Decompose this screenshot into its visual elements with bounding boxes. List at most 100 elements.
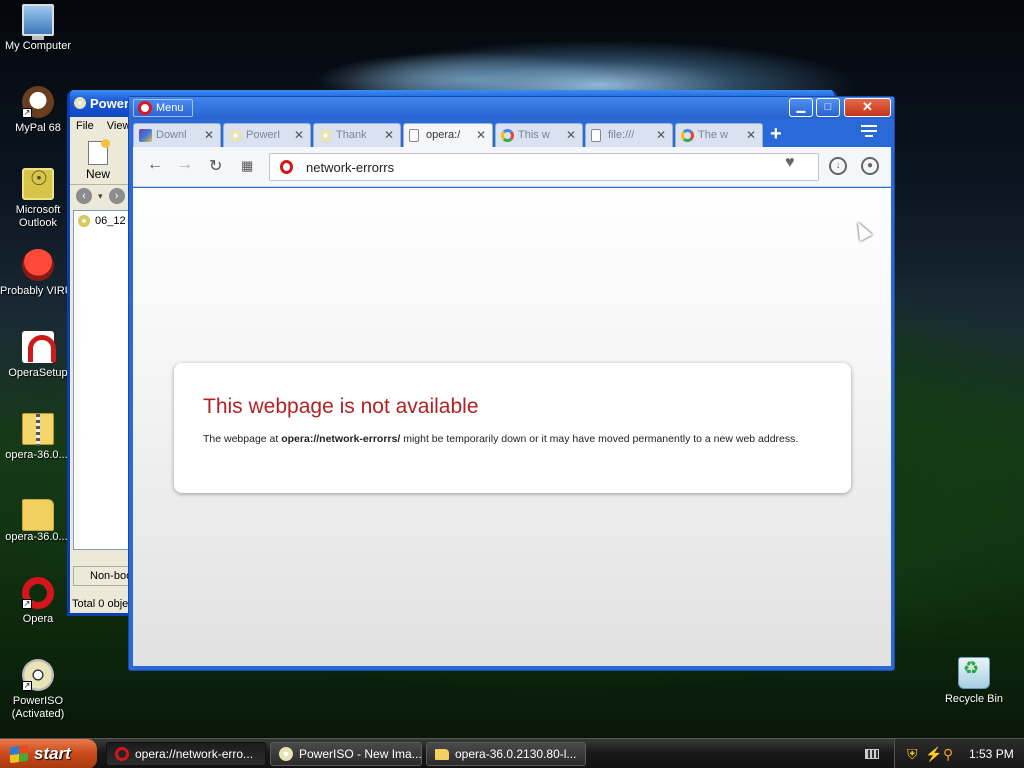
outlook-icon bbox=[22, 168, 54, 200]
desktop-icon-poweriso[interactable]: ↗ PowerISO (Activated) bbox=[0, 659, 76, 721]
tab-close-icon[interactable]: ✕ bbox=[566, 128, 576, 142]
desktop-icon-opera[interactable]: ↗ Opera bbox=[0, 577, 76, 626]
dropdown-arrow-icon[interactable]: ▾ bbox=[98, 191, 103, 202]
desktop-icon-mypal[interactable]: ↗ MyPal 68 bbox=[0, 86, 76, 135]
back-icon[interactable]: ‹ bbox=[76, 188, 92, 204]
file-list[interactable]: 06_12 bbox=[73, 210, 133, 550]
tab-the-web[interactable]: The w ✕ bbox=[675, 123, 763, 147]
back-arrow-icon[interactable]: ← bbox=[147, 156, 163, 174]
tab-opera-error[interactable]: opera:/ ✕ bbox=[403, 123, 493, 147]
desktop-icon-label: Opera bbox=[22, 613, 54, 625]
tab-label: Downl bbox=[156, 129, 187, 141]
tab-close-icon[interactable]: ✕ bbox=[746, 128, 756, 142]
forward-arrow-icon[interactable]: → bbox=[177, 156, 193, 174]
tab-close-icon[interactable]: ✕ bbox=[384, 128, 394, 142]
desktop-icon-label: Recycle Bin bbox=[944, 693, 1004, 705]
network-icon[interactable]: ⚡ bbox=[925, 746, 942, 763]
menu-file[interactable]: File bbox=[76, 120, 94, 132]
start-button[interactable]: start bbox=[0, 739, 97, 768]
error-description: The webpage at opera://network-errorrs/ … bbox=[203, 433, 823, 446]
poweriso-icon bbox=[74, 97, 86, 109]
system-tray: ⛨ ⚡ ⚲ 1:53 PM bbox=[865, 739, 1024, 768]
list-item[interactable]: 06_12 bbox=[78, 215, 128, 228]
virus-icon bbox=[22, 249, 54, 281]
address-input[interactable]: network-errorrs bbox=[269, 153, 819, 181]
tab-close-icon[interactable]: ✕ bbox=[204, 128, 214, 142]
desktop-icon-label: Microsoft Outlook bbox=[15, 204, 61, 229]
page-icon bbox=[591, 129, 601, 142]
maximize-button[interactable]: □ bbox=[816, 98, 840, 117]
tab-menu-icon[interactable] bbox=[861, 125, 877, 140]
opera-titlebar[interactable]: Menu ▁ □ ✕ bbox=[129, 97, 894, 119]
desktop-icon-recycle-bin[interactable]: Recycle Bin bbox=[936, 657, 1012, 706]
desktop-icon-label: PowerISO (Activated) bbox=[11, 695, 65, 720]
desktop-icon-opera-folder[interactable]: opera-36.0.... bbox=[0, 495, 76, 544]
shield-icon[interactable]: ⛨ bbox=[907, 746, 918, 763]
disc-image-icon bbox=[78, 215, 90, 228]
close-button[interactable]: ✕ bbox=[844, 98, 891, 117]
account-icon[interactable]: ● bbox=[861, 157, 879, 175]
forward-icon[interactable]: › bbox=[108, 188, 125, 204]
poweriso-icon: ↗ bbox=[22, 659, 54, 691]
desktop-icon-label: opera-36.0.... bbox=[5, 531, 71, 543]
tab-label: file:/// bbox=[608, 129, 635, 141]
task-label: PowerISO - New Ima... bbox=[299, 747, 422, 761]
new-tab-icon[interactable]: + bbox=[770, 123, 782, 146]
search-icon[interactable]: ⚲ bbox=[943, 746, 953, 763]
taskbar-item-opera[interactable]: opera://network-erro... bbox=[106, 742, 266, 766]
new-document-icon bbox=[88, 139, 110, 165]
tab-label: opera:/ bbox=[426, 129, 461, 141]
taskbar-item-opera-folder[interactable]: opera-36.0.2130.80-l... bbox=[426, 742, 586, 766]
opera-logo-icon bbox=[138, 101, 152, 115]
reload-icon[interactable]: ↻ bbox=[209, 156, 222, 176]
desktop-icon-operasetup[interactable]: OperaSetup bbox=[0, 331, 76, 380]
new-button-label: New bbox=[85, 167, 110, 181]
desktop-icon-label: OperaSetup bbox=[8, 367, 68, 379]
opera-menu-button[interactable]: Menu bbox=[133, 99, 193, 117]
heart-icon[interactable]: ♥ bbox=[785, 154, 795, 172]
google-icon bbox=[681, 129, 694, 142]
error-card: This webpage is not available The webpag… bbox=[174, 363, 851, 493]
keyboard-icon[interactable] bbox=[865, 749, 879, 759]
tab-label: PowerI bbox=[246, 129, 281, 141]
error-desc-suffix: might be temporarily down or it may have… bbox=[400, 433, 799, 445]
tab-poweriso[interactable]: PowerI ✕ bbox=[223, 123, 311, 147]
clock[interactable]: 1:53 PM bbox=[969, 747, 1014, 761]
tab-label: Thank bbox=[336, 129, 367, 141]
google-icon bbox=[501, 129, 514, 142]
taskbar: start opera://network-erro... PowerISO -… bbox=[0, 738, 1024, 768]
folder-icon bbox=[22, 499, 54, 531]
opera-window[interactable]: Menu ▁ □ ✕ Downl ✕ PowerI ✕ Thank ✕ oper… bbox=[128, 96, 895, 671]
speed-dial-grid-icon[interactable]: ▦ bbox=[241, 158, 253, 174]
folder-icon bbox=[435, 749, 449, 760]
desktop-icon-label: My Computer bbox=[4, 40, 72, 52]
task-label: opera://network-erro... bbox=[135, 747, 254, 761]
opera-logo-icon bbox=[280, 160, 293, 174]
address-text: network-errorrs bbox=[306, 160, 395, 175]
poweriso-icon bbox=[229, 129, 242, 142]
mypal-icon: ↗ bbox=[22, 86, 54, 118]
taskbar-item-poweriso[interactable]: PowerISO - New Ima... bbox=[270, 742, 422, 766]
download-icon[interactable]: ↓ bbox=[829, 157, 847, 175]
opera-icon: ↗ bbox=[22, 577, 54, 609]
menu-view[interactable]: View bbox=[107, 120, 131, 132]
new-button[interactable]: New bbox=[78, 139, 118, 181]
desktop-icon-opera-zip[interactable]: opera-36.0.... bbox=[0, 413, 76, 462]
poweriso-icon bbox=[279, 747, 293, 761]
desktop-icon-outlook[interactable]: Microsoft Outlook bbox=[0, 168, 76, 230]
page-content: This webpage is not available The webpag… bbox=[133, 188, 891, 666]
windows-flag-icon bbox=[10, 744, 28, 764]
tab-file[interactable]: file:/// ✕ bbox=[585, 123, 673, 147]
tab-this-webpage[interactable]: This w ✕ bbox=[495, 123, 583, 147]
desktop-icon-virus-trojan[interactable]: Probably VIRUS TROJAN bbox=[0, 249, 76, 298]
tab-close-icon[interactable]: ✕ bbox=[476, 128, 486, 142]
tab-downloads[interactable]: Downl ✕ bbox=[133, 123, 221, 147]
tab-close-icon[interactable]: ✕ bbox=[656, 128, 666, 142]
address-bar-area: ← → ↻ ▦ network-errorrs ♥ ↓ ● bbox=[133, 147, 891, 187]
desktop-icon-my-computer[interactable]: My Computer bbox=[0, 4, 76, 53]
minimize-button[interactable]: ▁ bbox=[789, 98, 813, 117]
tab-close-icon[interactable]: ✕ bbox=[294, 128, 304, 142]
computer-icon bbox=[22, 4, 54, 40]
tab-thank[interactable]: Thank ✕ bbox=[313, 123, 401, 147]
opera-icon bbox=[115, 747, 129, 761]
